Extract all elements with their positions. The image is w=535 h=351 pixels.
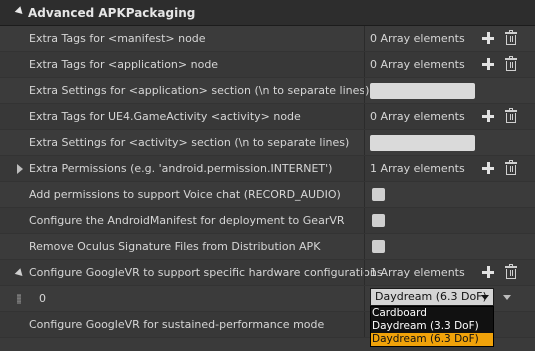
column-splitter[interactable]	[364, 26, 365, 51]
trash-icon[interactable]	[505, 56, 517, 72]
element-options-arrow-icon[interactable]	[503, 295, 511, 300]
trash-icon[interactable]	[505, 108, 517, 124]
property-row-extra-tags-activity: Extra Tags for UE4.GameActivity <activit…	[0, 104, 535, 130]
trash-icon[interactable]	[505, 160, 517, 176]
property-label: Extra Tags for UE4.GameActivity <activit…	[29, 110, 301, 123]
column-splitter[interactable]	[364, 156, 365, 181]
property-row-extra-permissions: Extra Permissions (e.g. 'android.permiss…	[0, 156, 535, 182]
property-row-extra-settings-activity: Extra Settings for <activity> section (\…	[0, 130, 535, 156]
trash-icon[interactable]	[505, 30, 517, 46]
property-row-voice-chat-permission: Add permissions to support Voice chat (R…	[0, 182, 535, 208]
array-count: 0 Array elements	[370, 58, 465, 71]
checkbox[interactable]	[372, 240, 385, 253]
property-label: Configure GoogleVR to support specific h…	[29, 266, 383, 279]
plus-icon[interactable]	[482, 266, 494, 278]
property-label: Add permissions to support Voice chat (R…	[29, 188, 341, 201]
property-row-googlevr-hardware: Configure GoogleVR to support specific h…	[0, 260, 535, 286]
expand-arrow-icon[interactable]	[14, 268, 26, 279]
column-splitter[interactable]	[364, 286, 365, 311]
hardware-config-combo[interactable]: Daydream (6.3 DoF)	[370, 288, 494, 306]
section-title: Advanced APKPackaging	[28, 5, 196, 20]
plus-icon[interactable]	[482, 58, 494, 70]
array-count: 0 Array elements	[370, 32, 465, 45]
trash-icon[interactable]	[505, 264, 517, 280]
column-splitter[interactable]	[364, 312, 365, 337]
array-index-label: 0	[39, 292, 46, 305]
column-splitter[interactable]	[364, 182, 365, 207]
array-count: 0 Array elements	[370, 110, 465, 123]
text-input[interactable]	[370, 83, 475, 99]
property-row-gearvr-manifest: Configure the AndroidManifest for deploy…	[0, 208, 535, 234]
plus-icon[interactable]	[482, 32, 494, 44]
property-row-remove-oculus-signature: Remove Oculus Signature Files from Distr…	[0, 234, 535, 260]
plus-icon[interactable]	[482, 110, 494, 122]
column-splitter[interactable]	[364, 104, 365, 129]
property-list: Extra Tags for <manifest> node 0 Array e…	[0, 26, 535, 338]
column-splitter[interactable]	[364, 52, 365, 77]
hardware-config-dropdown: Cardboard Daydream (3.3 DoF) Daydream (6…	[370, 306, 494, 347]
dropdown-option-daydream-3dof[interactable]: Daydream (3.3 DoF)	[371, 320, 493, 333]
property-label: Extra Tags for <manifest> node	[29, 32, 206, 45]
column-splitter[interactable]	[364, 130, 365, 155]
array-count: 1 Array elements	[370, 266, 465, 279]
property-label: Configure GoogleVR for sustained-perform…	[29, 318, 325, 331]
property-label: Configure the AndroidManifest for deploy…	[29, 214, 345, 227]
checkbox[interactable]	[372, 214, 385, 227]
property-label: Extra Settings for <activity> section (\…	[29, 136, 350, 149]
property-row-extra-tags-application: Extra Tags for <application> node 0 Arra…	[0, 52, 535, 78]
section-header-advanced-apkpackaging[interactable]: Advanced APKPackaging	[0, 0, 535, 26]
column-splitter[interactable]	[364, 208, 365, 233]
plus-icon[interactable]	[482, 162, 494, 174]
chevron-down-icon	[481, 295, 489, 300]
property-label: Remove Oculus Signature Files from Distr…	[29, 240, 321, 253]
property-label: Extra Tags for <application> node	[29, 58, 219, 71]
collapse-arrow-icon[interactable]	[14, 6, 26, 17]
column-splitter[interactable]	[364, 260, 365, 285]
dropdown-option-daydream-6dof[interactable]: Daydream (6.3 DoF)	[371, 333, 493, 346]
array-count: 1 Array elements	[370, 162, 465, 175]
combo-selected-value: Daydream (6.3 DoF)	[375, 290, 487, 303]
property-row-extra-tags-manifest: Extra Tags for <manifest> node 0 Array e…	[0, 26, 535, 52]
text-input[interactable]	[370, 135, 475, 151]
column-splitter[interactable]	[364, 234, 365, 259]
property-row-extra-settings-application: Extra Settings for <application> section…	[0, 78, 535, 104]
checkbox[interactable]	[372, 188, 385, 201]
expand-arrow-icon[interactable]	[17, 164, 23, 174]
column-splitter[interactable]	[364, 78, 365, 103]
property-label: Extra Permissions (e.g. 'android.permiss…	[29, 162, 333, 175]
property-label: Extra Settings for <application> section…	[29, 84, 370, 97]
drag-handle-icon[interactable]	[17, 294, 21, 304]
dropdown-option-cardboard[interactable]: Cardboard	[371, 307, 493, 320]
